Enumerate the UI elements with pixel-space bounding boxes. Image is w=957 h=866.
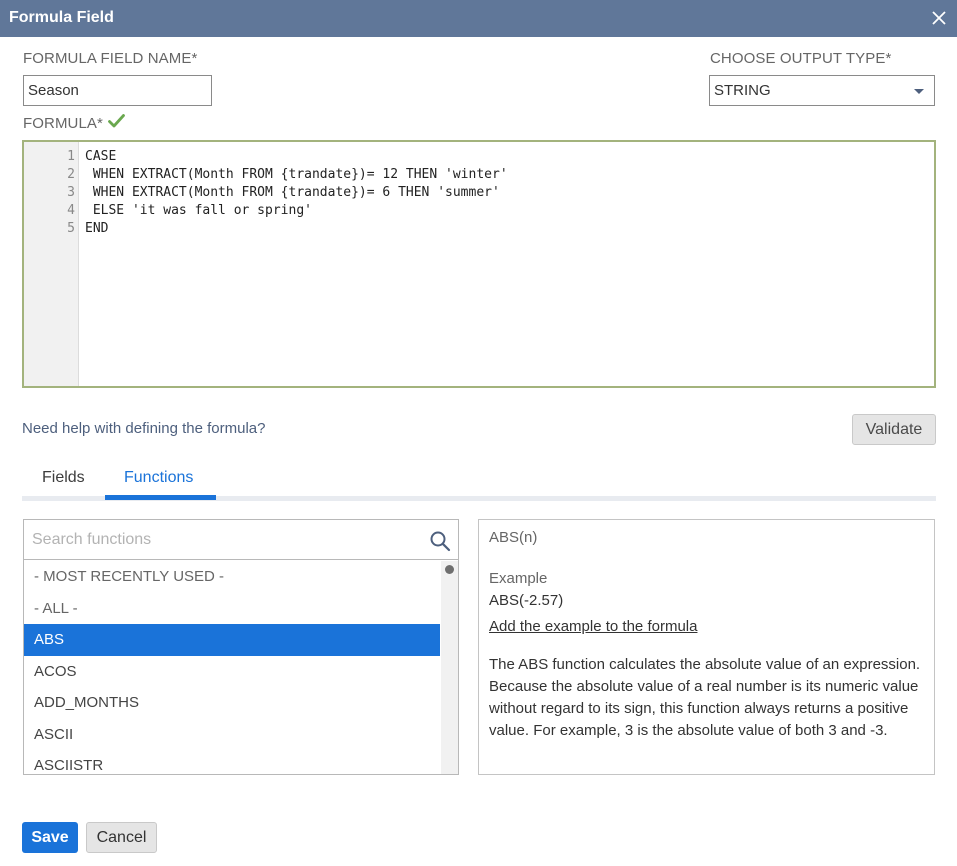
code-line: 5 END <box>24 220 934 238</box>
validate-button[interactable]: Validate <box>852 414 936 445</box>
search-functions-input[interactable]: Search functions <box>32 531 151 549</box>
dialog-titlebar: Formula Field <box>0 0 957 37</box>
output-type-select[interactable]: STRING <box>709 75 935 106</box>
example-label: Example <box>489 570 548 587</box>
code-text: CASE <box>85 149 117 164</box>
active-tab-indicator <box>105 495 216 500</box>
code-line: 3 WHEN EXTRACT(Month FROM {trandate})= 6… <box>24 184 934 202</box>
save-button[interactable]: Save <box>22 822 78 853</box>
close-icon[interactable] <box>927 6 951 30</box>
code-line: 2 WHEN EXTRACT(Month FROM {trandate})= 1… <box>24 166 934 184</box>
list-scrollbar[interactable] <box>441 561 458 774</box>
cancel-button[interactable]: Cancel <box>86 822 157 853</box>
list-item-add-months[interactable]: ADD_MONTHS <box>24 687 440 719</box>
dialog-title: Formula Field <box>9 9 114 26</box>
list-item-most-recently-used[interactable]: - MOST RECENTLY USED - <box>24 561 440 593</box>
output-type-value: STRING <box>714 82 771 99</box>
code-text: ELSE 'it was fall or spring' <box>85 203 312 218</box>
list-item-abs[interactable]: ABS <box>24 624 440 656</box>
tab-functions[interactable]: Functions <box>124 469 193 487</box>
formula-editor[interactable]: 1 CASE 2 WHEN EXTRACT(Month FROM {trandat… <box>22 140 936 388</box>
line-number: 3 <box>67 185 75 200</box>
line-number: 1 <box>67 149 75 164</box>
checkmark-icon <box>108 114 125 128</box>
search-icon[interactable] <box>429 530 451 552</box>
code-line: 4 ELSE 'it was fall or spring' <box>24 202 934 220</box>
function-search-box[interactable]: Search functions <box>24 520 458 560</box>
code-line: 1 CASE <box>24 148 934 166</box>
line-number: 4 <box>67 203 75 218</box>
code-text: WHEN EXTRACT(Month FROM {trandate})= 6 T… <box>85 185 500 200</box>
code-text: WHEN EXTRACT(Month FROM {trandate})= 12 … <box>85 167 508 182</box>
code-text: END <box>85 221 109 236</box>
tab-fields[interactable]: Fields <box>42 469 85 487</box>
formula-help-link[interactable]: Need help with defining the formula? <box>22 420 266 437</box>
function-list: - MOST RECENTLY USED - - ALL - ABS ACOS … <box>24 561 440 774</box>
example-value: ABS(-2.57) <box>489 592 564 609</box>
line-number: 2 <box>67 167 75 182</box>
output-type-label: CHOOSE OUTPUT TYPE* <box>710 50 892 67</box>
list-item-acos[interactable]: ACOS <box>24 656 440 688</box>
function-signature: ABS(n) <box>489 529 538 546</box>
formula-field-name-input[interactable]: Season <box>23 75 212 106</box>
chevron-down-icon <box>914 89 924 94</box>
function-detail-pane: ABS(n) Example ABS(-2.57) Add the exampl… <box>478 519 935 775</box>
list-item-ascii[interactable]: ASCII <box>24 719 440 751</box>
formula-field-name-label: FORMULA FIELD NAME* <box>23 50 198 67</box>
function-description: The ABS function calculates the absolute… <box>489 656 921 739</box>
scrollbar-thumb[interactable] <box>445 565 454 574</box>
list-item-asciistr[interactable]: ASCIISTR <box>24 750 440 774</box>
line-number: 5 <box>67 221 75 236</box>
add-example-link[interactable]: Add the example to the formula <box>489 618 697 635</box>
code-lines: 1 CASE 2 WHEN EXTRACT(Month FROM {trandat… <box>24 148 934 238</box>
functions-list-pane: Search functions - MOST RECENTLY USED - … <box>23 519 459 775</box>
formula-label: FORMULA* <box>23 115 103 132</box>
list-item-all[interactable]: - ALL - <box>24 593 440 625</box>
